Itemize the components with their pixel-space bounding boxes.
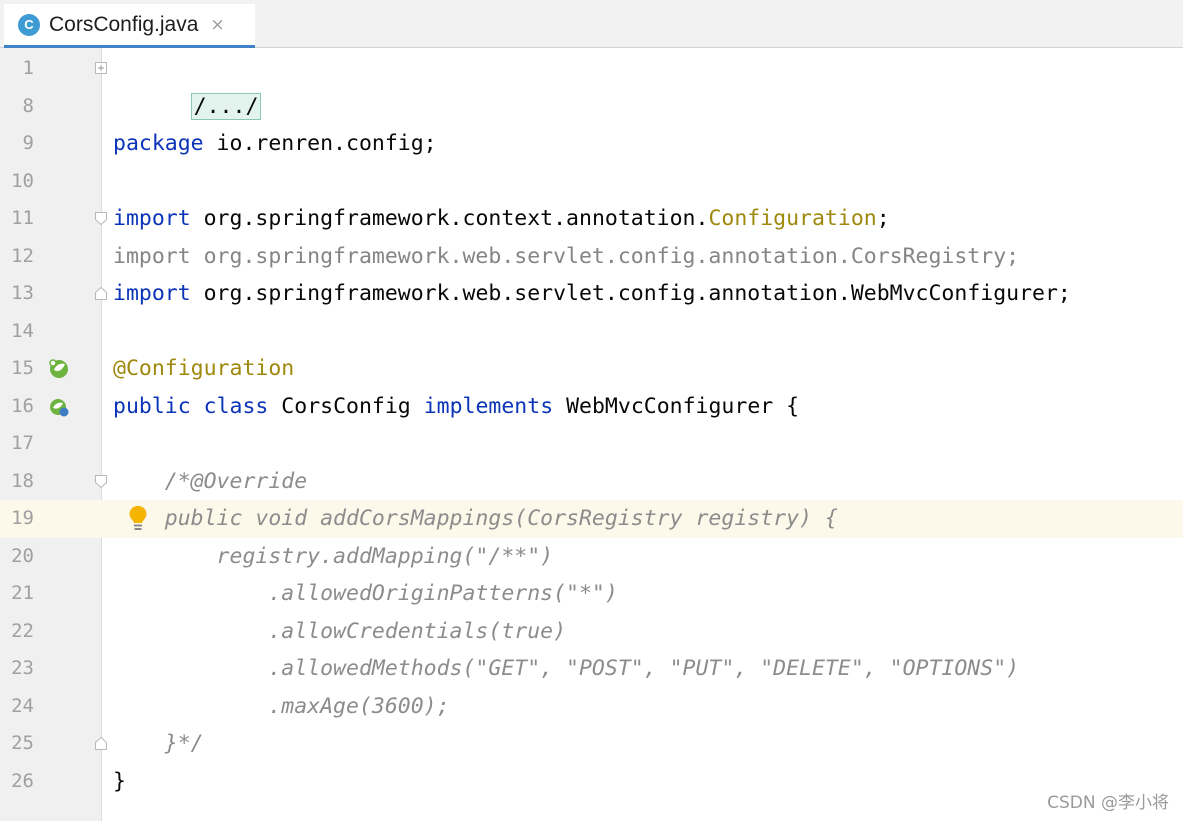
code-text: package io.renren.config; — [113, 125, 437, 163]
line-number: 1 — [22, 57, 34, 79]
code-text: import org.springframework.web.servlet.c… — [113, 275, 1071, 313]
line-number: 17 — [11, 432, 34, 454]
line-number: 15 — [11, 357, 34, 379]
code-line[interactable]: 20 registry.addMapping("/**") — [0, 538, 1183, 576]
line-number: 26 — [11, 769, 34, 792]
line-number: 9 — [22, 132, 34, 154]
comment-text: registry.addMapping("/**") — [113, 543, 554, 569]
tab-corsconfig-java[interactable]: C CorsConfig.java × — [4, 4, 255, 48]
spring-bean-icon[interactable] — [48, 358, 70, 380]
unused-import: import org.springframework.web.servlet.c… — [113, 243, 1020, 269]
code-line[interactable]: 9 package io.renren.config; — [0, 125, 1183, 163]
keyword: public — [113, 393, 191, 419]
code-line[interactable]: 11 import org.springframework.context.an… — [0, 200, 1183, 238]
line-number: 12 — [11, 244, 34, 267]
comment-text: /*@Override — [113, 468, 308, 494]
line-number: 20 — [11, 544, 34, 567]
code-line[interactable]: 25 }*/ — [0, 725, 1183, 763]
line-number: 16 — [11, 394, 34, 417]
code-line[interactable]: 24 .maxAge(3600); — [0, 688, 1183, 726]
code-line[interactable]: 12 import org.springframework.web.servle… — [0, 238, 1183, 276]
comment-text: .maxAge(3600); — [113, 693, 450, 719]
comment-text: .allowedOriginPatterns("*") — [113, 581, 618, 606]
spring-config-icon[interactable] — [48, 396, 70, 418]
code-line[interactable]: 14 — [0, 313, 1183, 351]
line-number: 21 — [11, 582, 34, 604]
line-number: 11 — [11, 207, 34, 229]
comment-text: }*/ — [113, 731, 204, 756]
code-line-current[interactable]: 19 public void addCorsMappings(CorsRegis… — [0, 500, 1183, 538]
comment-text: .allowCredentials(true) — [113, 618, 567, 644]
keyword: package — [113, 131, 204, 156]
code-segment: CorsConfig — [268, 393, 424, 419]
editor-tab-bar: C CorsConfig.java × — [0, 0, 1183, 48]
comment-text: .allowedMethods("GET", "POST", "PUT", "D… — [113, 656, 1020, 681]
tab-label: CorsConfig.java — [49, 12, 199, 36]
line-number: 19 — [0, 500, 44, 538]
code-editor[interactable]: 1 /.../ 8 9 package io.renren.config; 10… — [0, 50, 1183, 800]
line-number: 13 — [11, 282, 34, 304]
line-number: 14 — [11, 319, 34, 342]
code-line[interactable]: 26 } — [0, 763, 1183, 801]
line-number: 24 — [11, 694, 34, 717]
keyword: class — [203, 393, 269, 419]
intention-bulb-icon[interactable] — [126, 503, 150, 533]
code-text: /.../ — [113, 50, 262, 120]
keyword: import — [113, 281, 191, 306]
code-line[interactable]: 15 @Configuration — [0, 350, 1183, 388]
keyword: import — [113, 206, 191, 231]
fold-start-icon[interactable] — [95, 212, 107, 225]
keyword: implements — [423, 393, 554, 419]
line-number: 10 — [11, 169, 34, 192]
code-line[interactable]: 13 import org.springframework.web.servle… — [0, 275, 1183, 313]
line-number: 25 — [11, 732, 34, 754]
code-segment: ; — [876, 206, 890, 231]
code-line[interactable]: 18 /*@Override — [0, 463, 1183, 501]
code-text: public class CorsConfig implements WebMv… — [113, 388, 799, 426]
code-text: } — [113, 768, 126, 794]
code-line[interactable]: 8 — [0, 88, 1183, 126]
code-text: import org.springframework.context.annot… — [113, 200, 890, 238]
line-number: 8 — [22, 94, 34, 117]
code-line[interactable]: 21 .allowedOriginPatterns("*") — [0, 575, 1183, 613]
code-line[interactable]: 22 .allowCredentials(true) — [0, 613, 1183, 651]
annotation-class: Configuration — [708, 206, 877, 231]
code-segment: org.springframework.context.annotation. — [190, 206, 709, 231]
code-line[interactable]: 17 — [0, 425, 1183, 463]
code-segment: WebMvcConfigurer { — [553, 393, 800, 419]
fold-end-icon[interactable] — [95, 287, 107, 300]
fold-expand-icon[interactable] — [95, 62, 107, 75]
fold-start-icon[interactable] — [95, 474, 107, 488]
fold-end-icon[interactable] — [95, 737, 107, 750]
annotation: @Configuration — [113, 356, 295, 381]
code-line[interactable]: 10 — [0, 163, 1183, 201]
close-icon[interactable]: × — [210, 15, 224, 35]
code-segment: io.renren.config; — [203, 131, 437, 156]
line-number: 22 — [11, 619, 34, 642]
line-number: 18 — [11, 469, 34, 492]
code-line[interactable]: 1 /.../ — [0, 50, 1183, 120]
watermark: CSDN @李小将 — [1047, 793, 1169, 813]
java-class-icon: C — [18, 13, 40, 36]
code-segment: org.springframework.web.servlet.config.a… — [190, 281, 1071, 306]
comment-text: public void addCorsMappings(CorsRegistry… — [113, 506, 838, 531]
code-line[interactable]: 23 .allowedMethods("GET", "POST", "PUT",… — [0, 650, 1183, 688]
code-line[interactable]: 16 public class CorsConfig implements We… — [0, 388, 1183, 426]
line-number: 23 — [11, 657, 34, 679]
